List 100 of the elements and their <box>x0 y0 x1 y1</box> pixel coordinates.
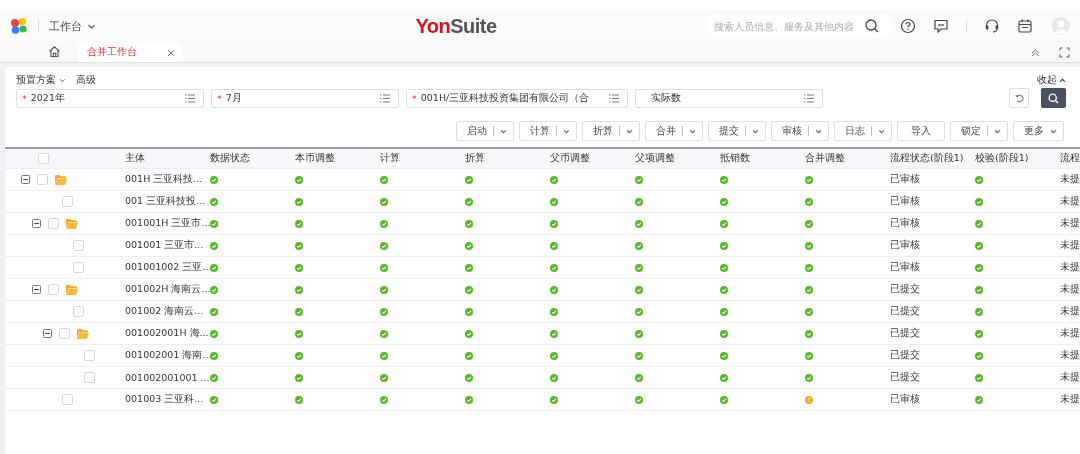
caret-icon <box>994 127 1001 135</box>
caret-icon <box>59 76 66 84</box>
page-tab[interactable]: 合并工作台 <box>78 43 183 62</box>
row-checkbox[interactable] <box>38 153 49 164</box>
caret-up-icon <box>1059 76 1066 84</box>
reset-button[interactable] <box>1009 88 1029 108</box>
collapse-icon[interactable] <box>43 329 52 338</box>
column-header: 数据状态 <box>210 152 251 165</box>
more-dropdown[interactable]: 更多 <box>1013 121 1064 141</box>
caret-icon <box>878 127 885 135</box>
search-field[interactable]: 搜索人员信息、服务及其他内容 <box>706 15 892 37</box>
row-checkbox[interactable] <box>48 284 59 295</box>
row-checkbox[interactable] <box>73 306 84 317</box>
entity-cell-text: 001003 三亚科... <box>125 393 205 406</box>
row-checkbox[interactable] <box>84 372 95 383</box>
filter-field[interactable]: * 2021年 <box>16 88 204 108</box>
folder-icon <box>66 218 78 229</box>
entity-cell: 001002001001 ... <box>125 372 210 383</box>
calendar-icon[interactable] <box>1017 18 1033 34</box>
toolbar-button[interactable]: 导入 <box>897 121 945 141</box>
search-button[interactable] <box>1041 88 1066 108</box>
table-cell: 未提 <box>1060 261 1080 274</box>
toolbar-split-button[interactable]: 日志 <box>834 121 892 141</box>
column-header: 合并调整 <box>805 152 846 165</box>
field-value: 7月 <box>225 91 243 105</box>
row-checkbox[interactable] <box>37 174 48 185</box>
process-status-cell-text: 已提交 <box>890 283 921 296</box>
required-mark: * <box>22 92 27 104</box>
preset-scheme-dropdown[interactable]: 预置方案 <box>16 73 66 87</box>
toolbar-split-button[interactable]: 合并 <box>645 121 703 141</box>
table-cell: 未提 <box>1060 349 1080 362</box>
collapse-icon[interactable] <box>32 219 41 228</box>
home-icon[interactable] <box>48 45 61 58</box>
field-value: 2021年 <box>30 91 66 105</box>
table-cell: 未提 <box>1060 371 1080 384</box>
app-logo-icon[interactable] <box>10 17 28 35</box>
caret-icon <box>500 127 507 135</box>
caret-icon <box>752 127 759 135</box>
collapse-button[interactable]: 收起 <box>1037 73 1066 87</box>
entity-cell-text: 001002 海南云... <box>125 305 205 318</box>
row-checkbox[interactable] <box>84 350 95 361</box>
row-checkbox[interactable] <box>48 218 59 229</box>
column-header: 父项调整 <box>635 152 676 165</box>
double-chevron-up-icon[interactable] <box>1030 47 1041 58</box>
toolbar-split-button[interactable]: 提交 <box>708 121 766 141</box>
message-icon[interactable] <box>933 18 949 34</box>
process-status-cell-text: 已审核 <box>890 239 921 252</box>
brand-logo: YonSuite <box>415 14 497 38</box>
process-status-cell-text: 已提交 <box>890 371 921 384</box>
table-cell: 未提 <box>1060 195 1080 208</box>
folder-icon <box>77 328 89 339</box>
toolbar-split-button[interactable]: 锁定 <box>950 121 1008 141</box>
caret-icon <box>1050 127 1057 135</box>
search-icon[interactable] <box>864 18 880 34</box>
collapse-icon[interactable] <box>21 175 30 184</box>
column-header: 折算 <box>465 152 486 165</box>
table-cell: 未提 <box>1060 305 1080 318</box>
column-header: 抵销数 <box>720 152 751 165</box>
toolbar-split-button[interactable]: 折算 <box>582 121 640 141</box>
row-checkbox[interactable] <box>73 262 84 273</box>
table-cell: 未提 <box>1060 173 1080 186</box>
list-icon[interactable] <box>804 93 814 103</box>
filter-field[interactable]: * 001H/三亚科技投资集团有限公司（合 <box>406 88 628 108</box>
toolbar-split-button[interactable]: 启动 <box>456 121 514 141</box>
process-status-cell-text: 已提交 <box>890 305 921 318</box>
filter-field[interactable]: * 7月 <box>211 88 399 108</box>
search-icon <box>1048 92 1059 104</box>
folder-icon <box>66 284 78 295</box>
column-header: 流程 <box>1060 152 1080 165</box>
list-icon[interactable] <box>185 93 195 103</box>
field-value: 001H/三亚科技投资集团有限公司（合 <box>420 91 591 105</box>
close-icon[interactable] <box>167 48 175 57</box>
advanced-link[interactable]: 高级 <box>76 73 96 87</box>
list-icon[interactable] <box>380 93 390 103</box>
column-header: 计算 <box>380 152 401 165</box>
toolbar-split-button[interactable]: 计算 <box>519 121 577 141</box>
required-mark: * <box>217 92 222 104</box>
folder-icon <box>55 174 67 185</box>
row-checkbox[interactable] <box>73 240 84 251</box>
help-icon[interactable] <box>900 18 916 34</box>
row-checkbox[interactable] <box>62 394 73 405</box>
toolbar-split-button[interactable]: 审核 <box>771 121 829 141</box>
row-checkbox[interactable] <box>59 328 70 339</box>
table-cell: 未提 <box>1060 393 1080 406</box>
entity-cell-text: 001 三亚科技投... <box>125 195 207 208</box>
process-status-cell-text: 已审核 <box>890 217 921 230</box>
collapse-icon[interactable] <box>32 285 41 294</box>
headset-icon[interactable] <box>984 18 1000 34</box>
filter-field[interactable]: 实际数 <box>635 88 823 108</box>
caret-icon <box>563 127 570 135</box>
fullscreen-icon[interactable] <box>1059 47 1070 58</box>
column-header: 校验(阶段1) <box>975 152 1030 165</box>
row-checkbox[interactable] <box>62 196 73 207</box>
entity-cell: 001001H 三亚市... <box>125 217 210 230</box>
workspace-menu[interactable]: 工作台 <box>49 18 96 34</box>
required-mark: * <box>412 92 417 104</box>
table-cell: 未提 <box>1060 217 1080 230</box>
entity-cell-text: 001001 三亚市... <box>125 239 205 252</box>
column-header: 主体 <box>125 152 146 165</box>
list-icon[interactable] <box>609 93 619 103</box>
